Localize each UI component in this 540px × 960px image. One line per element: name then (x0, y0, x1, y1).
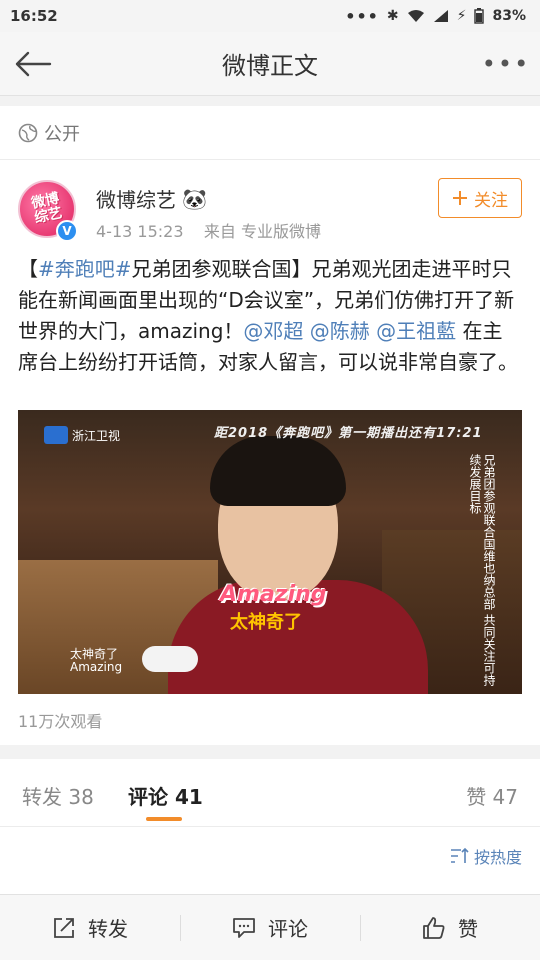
like-button[interactable]: 赞 (360, 895, 540, 960)
status-time: 16:52 (10, 7, 58, 25)
video-banner-text: 距2018《奔跑吧》第一期播出还有17:21 (214, 426, 483, 441)
repost-label: 转发 (88, 917, 128, 941)
sort-by-hotness-button[interactable]: 按热度 (450, 844, 522, 868)
video-small-caption: 太神奇了 Amazing (70, 648, 122, 674)
mention-link[interactable]: @邓超 (243, 319, 303, 343)
bracket-open: 【 (18, 257, 38, 281)
video-caption-cn: 太神奇了 (230, 612, 302, 633)
battery-percent: 83% (492, 8, 526, 24)
status-icons: ••• ✱ ⚡ 83% (345, 7, 526, 26)
like-label: 赞 (458, 917, 478, 941)
page-title: 微博正文 (222, 52, 318, 80)
charging-icon: ⚡ (456, 8, 467, 24)
avatar-logo-text: 微博 综艺 (29, 190, 64, 227)
section-divider (0, 745, 540, 759)
sort-label: 按热度 (473, 848, 522, 867)
comment-icon (233, 917, 255, 938)
back-button[interactable] (12, 44, 54, 84)
channel-logo: 浙江卫视 (44, 426, 120, 444)
globe-icon (18, 123, 38, 142)
video-caption-en: Amazing (220, 582, 327, 607)
video-side-caption: 兄弟团参观联合国维也纳总部 共同关注可持续发展目标 (468, 454, 496, 686)
post-meta: 4-13 15:23 来自 专业版微博 (96, 218, 321, 242)
comment-label: 评论 (268, 917, 308, 941)
video-player[interactable]: 浙江卫视 距2018《奔跑吧》第一期播出还有17:21 兄弟团参观联合国维也纳总… (18, 410, 522, 694)
mention-link[interactable]: @王祖藍 (376, 319, 456, 343)
verified-badge-icon: V (56, 220, 78, 242)
bottom-action-bar: 转发 评论 赞 (0, 894, 540, 960)
repost-button[interactable]: 转发 (0, 895, 180, 960)
more-dots-icon: ••• (481, 50, 531, 78)
visibility-label: 公开 (44, 123, 80, 145)
comment-button[interactable]: 评论 (180, 895, 360, 960)
tab-likes[interactable]: 赞 47 (466, 781, 518, 810)
share-icon (54, 917, 74, 938)
channel-name: 浙江卫视 (72, 428, 121, 443)
tab-reposts[interactable]: 转发 38 (22, 781, 94, 810)
arrow-left-icon (15, 51, 52, 77)
post-source: 来自 专业版微博 (203, 222, 321, 241)
topic-link[interactable]: #奔跑吧# (38, 257, 132, 281)
notification-dots-icon: ••• (345, 6, 379, 26)
post-body: 【#奔跑吧#兄弟团参观联合国】兄弟观光团走进平时只能在新闻画面里出现的“D会议室… (18, 254, 522, 378)
author-name: 微博综艺 (96, 188, 176, 212)
top-nav-bar: 微博正文 ••• (0, 32, 540, 96)
signal-icon (433, 10, 448, 22)
small-caption-en: Amazing (70, 660, 123, 674)
post-time: 4-13 15:23 (96, 222, 184, 241)
mention-link[interactable]: @陈赫 (310, 319, 370, 343)
active-tab-indicator (146, 817, 182, 821)
panda-emoji-icon: 🐼 (182, 186, 207, 211)
thumbs-up-icon (423, 916, 445, 939)
author-header: 微博 综艺 V 微博综艺 🐼 4-13 15:23 来自 专业版微博 关注 (0, 170, 540, 250)
section-divider (0, 96, 540, 106)
view-count: 11万次观看 (18, 712, 103, 731)
wifi-icon (407, 10, 424, 22)
video-person-hair (210, 436, 346, 506)
visibility-row: 公开 (0, 106, 540, 160)
plus-icon (453, 191, 467, 205)
more-options-button[interactable]: ••• (482, 50, 528, 78)
follow-label: 关注 (474, 190, 508, 211)
tab-comments[interactable]: 评论 41 (128, 781, 203, 810)
sort-icon (450, 847, 469, 863)
bluetooth-icon: ✱ (386, 8, 399, 24)
battery-icon (474, 8, 485, 24)
author-name-row[interactable]: 微博综艺 🐼 (96, 184, 207, 213)
caption-cloud-icon (142, 646, 198, 672)
zhejiang-tv-logo-icon (44, 426, 68, 444)
status-bar: 16:52 ••• ✱ ⚡ 83% (0, 0, 540, 32)
interaction-tabs: 转发 38 评论 41 赞 47 (0, 759, 540, 827)
follow-button[interactable]: 关注 (438, 178, 522, 218)
